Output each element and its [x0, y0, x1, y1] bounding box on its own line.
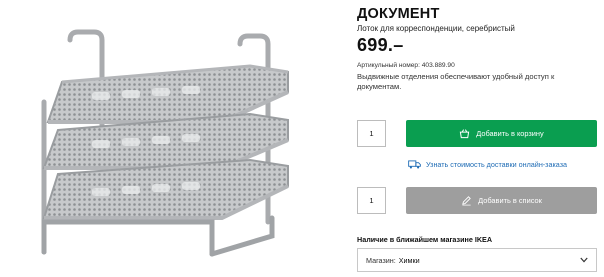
delivery-link-label: Узнать стоимость доставки онлайн-заказа	[426, 160, 567, 169]
cart-quantity-input[interactable]: 1	[357, 120, 386, 147]
product-title: ДОКУМЕНТ	[357, 6, 440, 22]
pencil-icon	[462, 196, 471, 206]
store-select-value: Химки	[398, 255, 420, 265]
truck-icon	[408, 160, 421, 169]
store-availability-heading: Наличие в ближайшем магазине IKEA	[357, 235, 493, 244]
add-to-list-label: Добавить в список	[478, 196, 542, 205]
product-description: Выдвижные отделения обеспечивают удобный…	[357, 72, 555, 91]
chevron-down-icon	[580, 257, 588, 263]
article-value: 403.889.90	[421, 62, 455, 69]
article-number: Артикульный номер: 403.889.90	[357, 62, 455, 69]
add-to-cart-label: Добавить в корзину	[476, 129, 544, 138]
store-select[interactable]: Магазин: Химки	[357, 248, 597, 272]
product-subtitle: Лоток для корреспонденции, серебристый	[357, 24, 515, 33]
list-quantity-input[interactable]: 1	[357, 187, 386, 214]
product-image	[41, 29, 289, 257]
delivery-cost-link[interactable]: Узнать стоимость доставки онлайн-заказа	[408, 160, 567, 169]
basket-icon	[460, 129, 470, 139]
store-select-label: Магазин:	[366, 255, 396, 265]
article-label: Артикульный номер:	[357, 62, 420, 69]
product-price: 699.–	[357, 35, 404, 55]
add-to-list-button[interactable]: Добавить в список	[406, 187, 597, 214]
add-to-cart-button[interactable]: Добавить в корзину	[406, 120, 597, 147]
